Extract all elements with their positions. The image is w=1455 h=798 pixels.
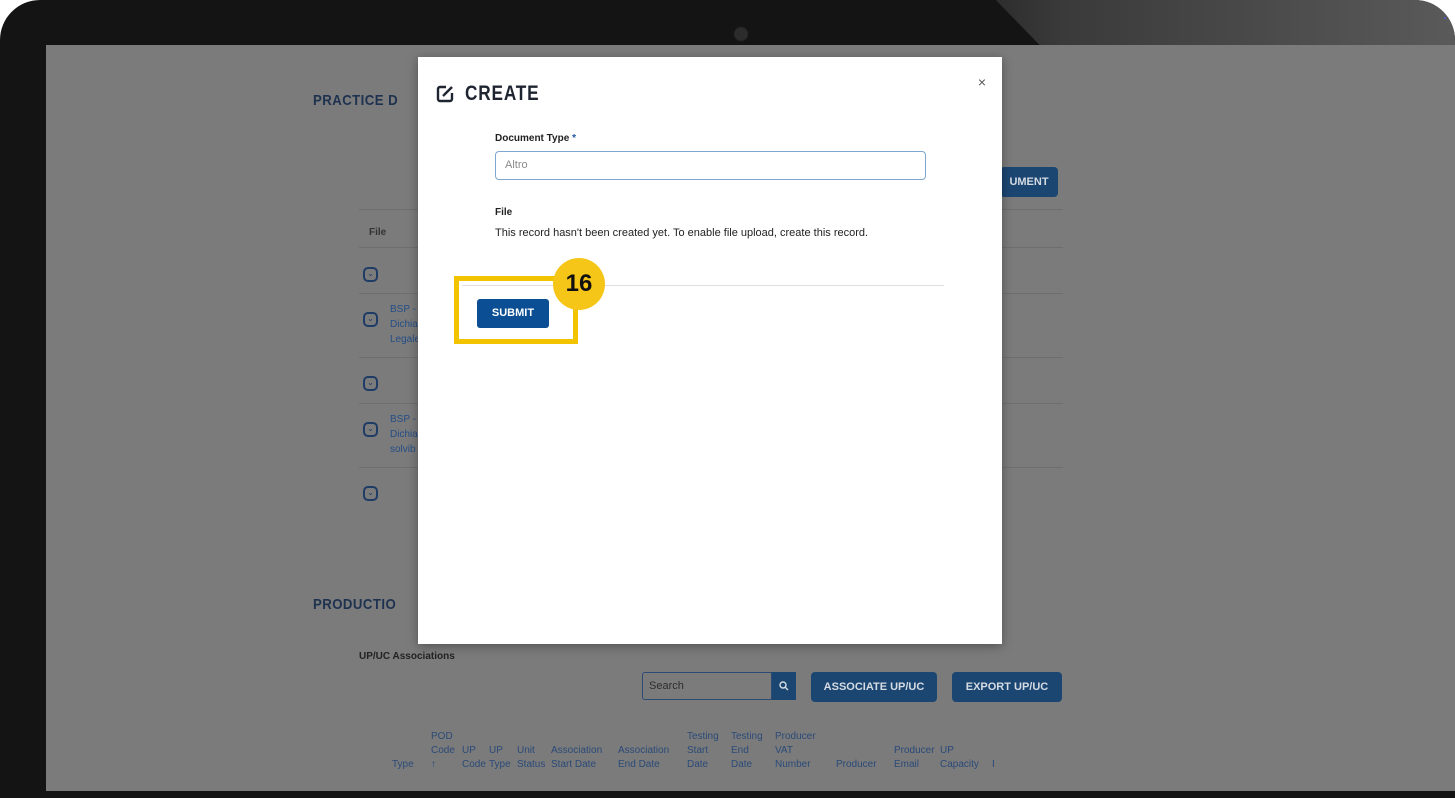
column-header[interactable]: Producer VAT Number — [775, 730, 816, 772]
bezel-reflection — [995, 0, 1455, 46]
link-line: Dichia — [390, 319, 418, 330]
expand-row-icon[interactable]: ⌄ — [363, 376, 378, 391]
column-header-line: UP — [462, 745, 476, 756]
column-header-line: End Date — [618, 759, 660, 770]
column-header[interactable]: UP Capacity — [940, 744, 979, 772]
column-header-line: UP — [940, 745, 954, 756]
modal-header: CREATE — [435, 82, 556, 106]
search-input[interactable]: Search — [642, 672, 772, 700]
column-header[interactable]: UP Code — [462, 744, 486, 772]
column-header-line: UP — [489, 745, 503, 756]
document-type-field[interactable]: Altro — [495, 151, 926, 180]
column-header[interactable]: Testing End Date — [731, 730, 763, 772]
column-header[interactable]: Producer — [836, 758, 877, 772]
column-header-line: Testing — [687, 731, 719, 742]
column-header-line: Capacity — [940, 759, 979, 770]
column-header[interactable]: Unit Status — [517, 744, 545, 772]
edit-icon — [436, 85, 454, 103]
search-icon — [779, 681, 789, 691]
link-line: solvib — [390, 444, 416, 455]
screen: PRACTICE D UMENT File ⌄ ⌄ BSP - Dichia L… — [46, 45, 1455, 791]
link-line: BSP - — [390, 414, 416, 425]
column-header[interactable]: I — [992, 758, 995, 772]
step-number-badge: 16 — [553, 258, 605, 310]
column-header-line: Code — [462, 759, 486, 770]
column-header[interactable]: Producer Email — [894, 744, 935, 772]
link-line: Dichia — [390, 429, 418, 440]
search-button[interactable] — [772, 672, 796, 700]
column-header-line: Start Date — [551, 759, 597, 770]
device-frame: PRACTICE D UMENT File ⌄ ⌄ BSP - Dichia L… — [0, 0, 1455, 798]
file-label: File — [495, 207, 513, 218]
column-header-line: Number — [775, 759, 811, 770]
close-icon[interactable]: × — [978, 74, 986, 90]
column-header-line: Producer — [894, 745, 935, 756]
column-header-line: Association — [618, 745, 670, 756]
expand-row-icon[interactable]: ⌄ — [363, 486, 378, 501]
column-header-line: Start — [687, 745, 709, 756]
column-header-line: Type — [392, 759, 414, 770]
export-up-uc-button[interactable]: EXPORT UP/UC — [952, 672, 1062, 702]
column-header-line: Producer — [836, 759, 877, 770]
file-upload-note: This record hasn't been created yet. To … — [495, 227, 869, 239]
document-link[interactable]: BSP - Dichia Legale — [390, 302, 420, 347]
column-header[interactable]: UP Type — [489, 744, 511, 772]
column-header[interactable]: Testing Start Date — [687, 730, 719, 772]
link-line: Legale — [390, 334, 421, 345]
associate-up-uc-button[interactable]: ASSOCIATE UP/UC — [811, 672, 937, 702]
column-header-line: Testing — [731, 731, 763, 742]
column-header[interactable]: POD Code ↑ — [431, 730, 455, 772]
column-header-line: POD — [431, 731, 453, 742]
column-header-line: Status — [517, 759, 546, 770]
document-type-label: Document Type * — [495, 133, 576, 144]
document-link[interactable]: BSP - Dichia solvib — [390, 412, 418, 457]
column-header-line: Producer — [775, 731, 816, 742]
required-marker: * — [572, 133, 576, 144]
production-units-title: PRODUCTIO — [313, 596, 397, 613]
column-header-line: I — [992, 759, 995, 770]
column-header-line: Date — [687, 759, 709, 770]
column-header-line: Unit — [517, 745, 535, 756]
column-header[interactable]: Type — [392, 758, 414, 772]
practice-documents-title: PRACTICE D — [313, 92, 399, 109]
column-header-line: End — [731, 745, 749, 756]
column-header-line: Date — [731, 759, 753, 770]
file-column-header: File — [369, 227, 387, 238]
column-header-line: VAT — [775, 745, 793, 756]
create-modal: × CREATE Document Type * Altro File This… — [418, 57, 1002, 644]
associations-label: UP/UC Associations — [359, 651, 455, 662]
column-header-line: Code — [431, 745, 455, 756]
column-header-line: Association — [551, 745, 603, 756]
expand-row-icon[interactable]: ⌄ — [363, 267, 378, 282]
add-document-button[interactable]: UMENT — [1000, 167, 1058, 197]
column-header-line: Type — [489, 759, 511, 770]
corner-decoration — [1444, 2, 1452, 19]
column-header-line: Email — [894, 759, 920, 770]
expand-row-icon[interactable]: ⌄ — [363, 312, 378, 327]
camera-icon — [735, 28, 747, 40]
link-line: BSP - — [390, 304, 416, 315]
column-header-line: ↑ — [431, 759, 436, 770]
column-header[interactable]: Association Start Date — [551, 744, 602, 772]
modal-title: CREATE — [465, 82, 540, 105]
expand-row-icon[interactable]: ⌄ — [363, 422, 378, 437]
document-type-label-text: Document Type — [495, 133, 570, 144]
column-header[interactable]: Association End Date — [618, 744, 669, 772]
